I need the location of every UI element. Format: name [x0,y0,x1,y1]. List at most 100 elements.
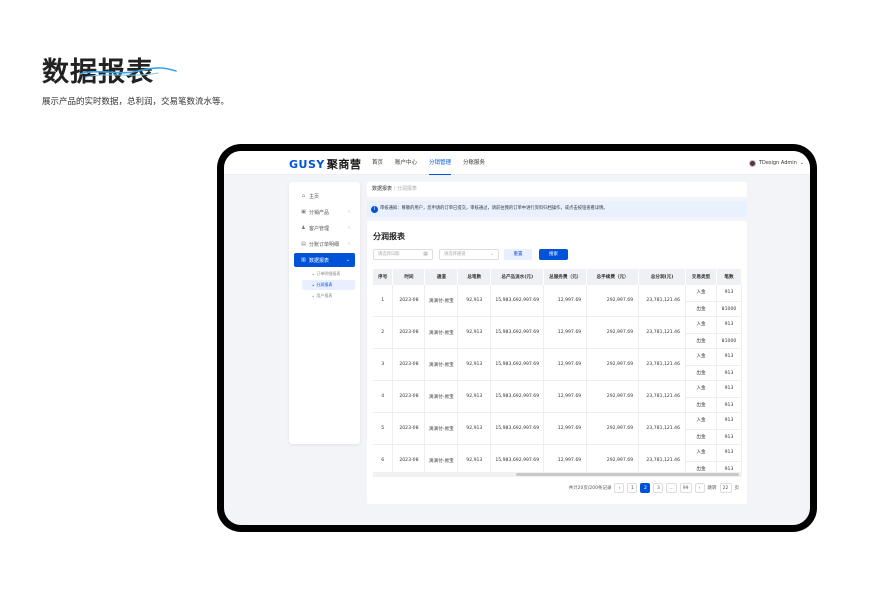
sidebar-item-label: 分销产品 [309,209,330,216]
cell-profit: 23,781,121.46 [638,316,687,349]
cell-channel: 滴滴付-易宝 [424,316,459,349]
channel-select[interactable]: 请选择通道 ⌄ [439,249,499,260]
cell-flow: 15,983,692,997.69 [490,316,545,349]
sidebar-subitem-profit-report[interactable]: 分润报表 [302,280,355,290]
next-page-button[interactable]: › [694,483,705,493]
sidebar-item-label: 分账订单明细 [309,241,340,248]
prev-page-button[interactable]: ‹ [614,483,625,493]
breadcrumb-root[interactable]: 数据报表 [372,186,392,192]
device-frame: GUSY 聚商营 首页 账户中心 分销管理 分账服务 TDesign Admin … [217,144,817,532]
page-button[interactable]: 3 [653,483,664,493]
date-picker-placeholder: 请选择日期 [378,252,400,257]
cell-counts: 913 913 [716,348,742,381]
cell-counts: 913 913 [716,412,742,445]
cell-fee: 292,997.69 [586,412,640,445]
search-button[interactable]: 搜索 [539,249,568,260]
page-ellipsis[interactable]: ... [666,483,677,493]
count-in: 913 [724,386,734,391]
cell-profit: 23,781,121.46 [638,348,687,381]
column-header[interactable]: 时间 [392,269,426,285]
column-header[interactable]: 总产品流水(元) [490,269,545,285]
count-out: 913 [716,396,741,412]
scrollbar-thumb[interactable] [516,473,739,476]
column-header[interactable]: 笔数 [716,269,742,285]
column-header[interactable]: 总笔数 [457,269,492,285]
cell-fee: 292,997.69 [586,285,640,317]
sidebar-item-orders[interactable]: ▤ 分账订单明细 › [294,237,355,251]
user-menu[interactable]: TDesign Admin ⌄ [748,151,804,175]
cell-time: 2023-08 [392,444,426,472]
hero-description: 展示产品的实时数据，总利润，交易笔数流水等。 [42,97,230,107]
report-icon: ▥ [301,257,306,263]
nav-distribution-management[interactable]: 分销管理 [423,151,457,175]
cell-no: 1 [373,285,394,317]
main-nav: 首页 账户中心 分销管理 分账服务 [366,151,491,175]
column-header[interactable]: 交易类型 [685,269,717,285]
sidebar-item-reports[interactable]: ▥ 数据报表 ⌄ [294,253,355,267]
sidebar-subitem-user-report[interactable]: 用户报表 [302,291,355,301]
cell-service: 12,997.69 [543,285,588,317]
horizontal-scrollbar[interactable] [373,472,742,477]
cell-profit: 23,781,121.46 [638,380,687,413]
notice-text: 审核通知：尊敬的用户，您申请的订单已提交，审核通过，请前往我的订单中进行资料归档… [380,206,608,211]
cell-types: 入金 出金 [685,412,717,445]
cell-fee: 292,997.69 [586,444,640,472]
type-in: 入金 [696,386,706,391]
column-header[interactable]: 总分润(元) [638,269,687,285]
chevron-right-icon: › [348,241,350,247]
cell-flow: 15,983,692,997.69 [490,412,545,445]
column-header[interactable]: 序号 [373,269,394,285]
sidebar-subitem-order-report[interactable]: 订单明细报表 [302,269,355,279]
cell-service: 12,997.69 [543,316,588,349]
jump-page-input[interactable]: 22 [719,483,732,493]
report-card: 分润报表 请选择日期 ▦ 请选择通道 ⌄ 重置 搜索 序号 时间 通道 总笔数 … [367,221,747,504]
brush-stroke-decoration [79,67,177,78]
sidebar-item-label: 主页 [309,193,320,200]
cell-count: 92,913 [457,348,492,381]
cell-counts: 913 913 [716,380,742,413]
sidebar-item-customers[interactable]: ♟ 客户管理 › [294,221,355,235]
cell-flow: 15,983,692,997.69 [490,380,545,413]
date-picker[interactable]: 请选择日期 ▦ [373,249,433,260]
count-out: 913 [716,460,741,473]
type-in: 入金 [696,450,706,455]
user-icon: ♟ [301,225,306,231]
cell-count: 92,913 [457,380,492,413]
column-header[interactable]: 通道 [424,269,459,285]
cell-profit: 23,781,121.46 [638,412,687,445]
chevron-down-icon: ⌄ [489,251,494,257]
page-button-active[interactable]: 2 [640,483,651,493]
table-row: 3 2023-08 滴滴付-易宝 92,913 15,983,692,997.6… [373,348,742,381]
cell-types: 入金 出金 [685,380,717,413]
app-logo[interactable]: GUSY 聚商营 [289,156,361,172]
type-out: 出金 [686,300,716,316]
reset-button[interactable]: 重置 [504,249,532,260]
column-header[interactable]: 总手续费（元） [586,269,640,285]
page-button[interactable]: 99 [679,483,692,493]
sidebar-item-home[interactable]: ⌂ 主页 [294,189,355,203]
top-navigation-bar: GUSY 聚商营 首页 账户中心 分销管理 分账服务 TDesign Admin … [224,151,810,175]
sidebar-item-products[interactable]: ▣ 分销产品 › [294,205,355,219]
cell-fee: 292,997.69 [586,316,640,349]
box-icon: ▣ [301,209,306,215]
column-header[interactable]: 总服务费（元） [543,269,588,285]
count-out: 81000 [716,332,741,348]
cell-counts: 913 81000 [716,316,742,349]
chevron-down-icon: ⌄ [345,257,350,263]
breadcrumb-current: 分润报表 [396,186,417,192]
cell-channel: 滴滴付-易宝 [424,380,459,413]
sidebar-item-label: 数据报表 [309,257,330,264]
sidebar-item-label: 客户管理 [309,225,330,232]
table-row: 2 2023-08 滴滴付-易宝 92,913 15,983,692,997.6… [373,316,742,349]
logo-cn: 聚商营 [326,158,362,171]
nav-account-center[interactable]: 账户中心 [389,151,423,175]
nav-home[interactable]: 首页 [366,151,389,175]
page-button[interactable]: 1 [627,483,638,493]
order-icon: ▤ [301,241,306,247]
nav-split-service[interactable]: 分账服务 [457,151,491,175]
table-row: 4 2023-08 滴滴付-易宝 92,913 15,983,692,997.6… [373,380,742,413]
count-in: 913 [724,450,734,455]
cell-time: 2023-08 [392,412,426,445]
type-in: 入金 [696,418,706,423]
table-row: 1 2023-08 滴滴付-易宝 92,913 15,983,692,997.6… [373,285,742,317]
